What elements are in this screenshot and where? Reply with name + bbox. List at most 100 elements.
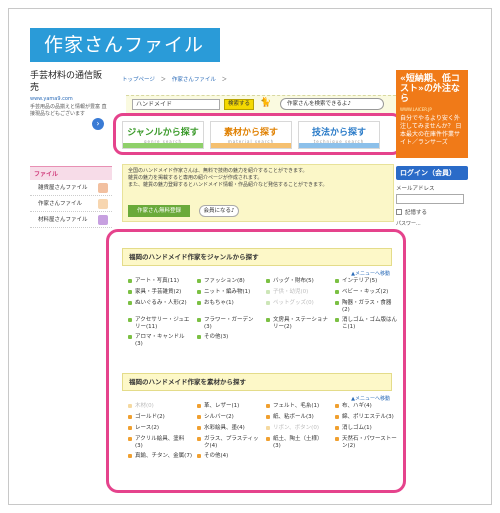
- material-item-label: 綿、ポリエステル(3): [342, 414, 394, 420]
- search-input[interactable]: ハンドメイド: [132, 99, 220, 110]
- genre-item[interactable]: 消しゴム・ゴム版はんこ(1): [335, 317, 399, 331]
- genre-item[interactable]: アクセサリー・ジュエリー(11): [128, 317, 192, 331]
- genre-item[interactable]: おもちゃ(1): [197, 300, 261, 314]
- material-item-label: リボン、ボタン(0): [273, 425, 319, 431]
- bullet-icon: [335, 437, 339, 441]
- genre-item[interactable]: ぬいぐるみ・人形(2): [128, 300, 192, 314]
- material-item-label: ガラス、プラスティック(4): [204, 436, 259, 449]
- genre-item[interactable]: ファッション(8): [197, 278, 261, 286]
- bullet-icon: [266, 437, 270, 441]
- person-icon: [98, 199, 108, 209]
- cat-icon: 🐈: [260, 98, 272, 108]
- material-item[interactable]: 真鍮、チタン、金属(7): [128, 453, 192, 461]
- sidebar-item-zairyoya[interactable]: 材料屋さんファイル: [30, 212, 112, 228]
- search-button[interactable]: 検索する: [224, 99, 254, 110]
- bullet-icon: [266, 415, 270, 419]
- register-button[interactable]: 作家さん無料登録: [128, 205, 190, 217]
- genre-item[interactable]: インテリア(5): [335, 278, 399, 286]
- material-item[interactable]: 革、レザー(1): [197, 403, 261, 411]
- genre-item[interactable]: 陶器・ガラス・食器(2): [335, 300, 399, 314]
- bullet-icon: [128, 335, 132, 339]
- genre-item-label: 消しゴム・ゴム版はんこ(1): [342, 317, 398, 330]
- material-item[interactable]: シルバー(2): [197, 414, 261, 422]
- material-item[interactable]: 消しゴム(1): [335, 425, 399, 433]
- bullet-icon: [128, 318, 132, 322]
- login-box: ログイン（会員） メールアドレス 記憶する パスワー...: [396, 166, 468, 227]
- bullet-icon: [128, 301, 132, 305]
- sidebar-item-zakkaya[interactable]: 雑貨屋さんファイル: [30, 180, 112, 196]
- material-item[interactable]: アクリル絵具、塗料(3): [128, 436, 192, 450]
- bullet-icon: [266, 404, 270, 408]
- email-field[interactable]: [396, 194, 464, 204]
- search-bar: ハンドメイド 検索する 🐈 作家さんを検索できるよ♪: [126, 95, 396, 115]
- bullet-icon: [197, 290, 201, 294]
- genre-item[interactable]: ベビー・キッズ(2): [335, 289, 399, 297]
- material-item-label: 木材(0): [135, 403, 154, 409]
- genre-item-label: 子供・幼児(0): [273, 289, 309, 295]
- bullet-icon: [128, 454, 132, 458]
- genre-item-label: バッグ・財布(5): [273, 278, 314, 284]
- ad-left-url[interactable]: www.yama9.com: [30, 96, 110, 102]
- genre-item-label: 陶器・ガラス・食器(2): [342, 300, 392, 313]
- genre-item[interactable]: アロマ・キャンドル(3): [128, 334, 192, 348]
- genre-item[interactable]: ニット・編み物(1): [197, 289, 261, 297]
- material-item[interactable]: レース(2): [128, 425, 192, 433]
- ad-right[interactable]: «短納期、低コスト»の外注なら WWW.LAICER.JP 自分でやるより安く外…: [396, 70, 468, 158]
- material-item[interactable]: 綿、ポリエステル(3): [335, 414, 399, 422]
- material-item[interactable]: 天然石・パワーストーン(2): [335, 436, 399, 450]
- remember-checkbox[interactable]: 記憶する: [396, 208, 468, 216]
- material-item[interactable]: フェルト、毛糸(1): [266, 403, 330, 411]
- genre-item-label: アロマ・キャンドル(3): [135, 334, 185, 347]
- material-icon: [98, 215, 108, 225]
- material-item[interactable]: その他(4): [197, 453, 261, 461]
- remember-label: 記憶する: [405, 210, 428, 216]
- login-heading: ログイン（会員）: [396, 166, 468, 180]
- genre-item-label: ぬいぐるみ・人形(2): [135, 300, 187, 306]
- genre-item[interactable]: 文房具・ステーショナリー(2): [266, 317, 330, 331]
- material-item[interactable]: ゴールド(2): [128, 414, 192, 422]
- material-item-label: 真鍮、チタン、金属(7): [135, 453, 192, 459]
- breadcrumb-sep: ＞: [160, 77, 167, 83]
- material-item[interactable]: 紙、粘ボール(3): [266, 414, 330, 422]
- bullet-icon: [197, 415, 201, 419]
- bullet-icon: [197, 335, 201, 339]
- bullet-icon: [197, 437, 201, 441]
- sidebar-item-sakka[interactable]: 作家さんファイル: [30, 196, 112, 212]
- material-item[interactable]: ガラス、プラスティック(4): [197, 436, 261, 450]
- genre-item[interactable]: 家具・手芸雑貨(2): [128, 289, 192, 297]
- material-section: 福岡のハンドメイド作家を素材から探す ▲メニューへ移動 木材(0) 革、レザー(1…: [122, 373, 397, 461]
- ad-left-title[interactable]: 手芸材料の通信販売: [30, 70, 110, 94]
- genre-item[interactable]: アート・写真(11): [128, 278, 192, 286]
- bullet-icon: [266, 318, 270, 322]
- material-item-label: 革、レザー(1): [204, 403, 240, 409]
- material-item[interactable]: 紙土、陶土（土様）(3): [266, 436, 330, 450]
- material-item-label: ゴールド(2): [135, 414, 165, 420]
- shop-icon: [98, 183, 108, 193]
- bullet-icon: [335, 426, 339, 430]
- bullet-icon: [128, 279, 132, 283]
- material-item[interactable]: 水彩絵具、墨(4): [197, 425, 261, 433]
- genre-item[interactable]: バッグ・財布(5): [266, 278, 330, 286]
- bullet-icon: [128, 437, 132, 441]
- site-banner[interactable]: 作家さんファイル: [30, 28, 220, 62]
- bullet-icon: [266, 290, 270, 294]
- checkbox-box[interactable]: [396, 209, 402, 215]
- breadcrumb-current[interactable]: 作家さんファイル: [172, 77, 216, 83]
- menu-link[interactable]: ▲メニューへ移動: [122, 270, 392, 277]
- ad-left[interactable]: 手芸材料の通信販売 www.yama9.com 手芸用品の品揃えと情報が豊富 直…: [30, 70, 110, 130]
- breadcrumb: トップページ ＞ 作家さんファイル ＞: [122, 75, 231, 83]
- bullet-icon: [266, 279, 270, 283]
- member-pill: 会員になる♪: [199, 205, 239, 217]
- bullet-icon: [335, 404, 339, 408]
- material-item[interactable]: 布、ハギ(4): [335, 403, 399, 411]
- breadcrumb-top[interactable]: トップページ: [122, 77, 155, 83]
- genre-item[interactable]: その他(3): [197, 334, 261, 348]
- bullet-icon: [335, 415, 339, 419]
- material-item-label: シルバー(2): [204, 414, 234, 420]
- genre-item[interactable]: フラワー・ガーデン(3): [197, 317, 261, 331]
- material-item-label: その他(4): [204, 453, 229, 459]
- menu-link[interactable]: ▲メニューへ移動: [122, 395, 392, 402]
- bullet-icon: [128, 290, 132, 294]
- arrow-right-icon[interactable]: ›: [92, 118, 104, 130]
- genre-item: ペットグッズ(0): [266, 300, 330, 314]
